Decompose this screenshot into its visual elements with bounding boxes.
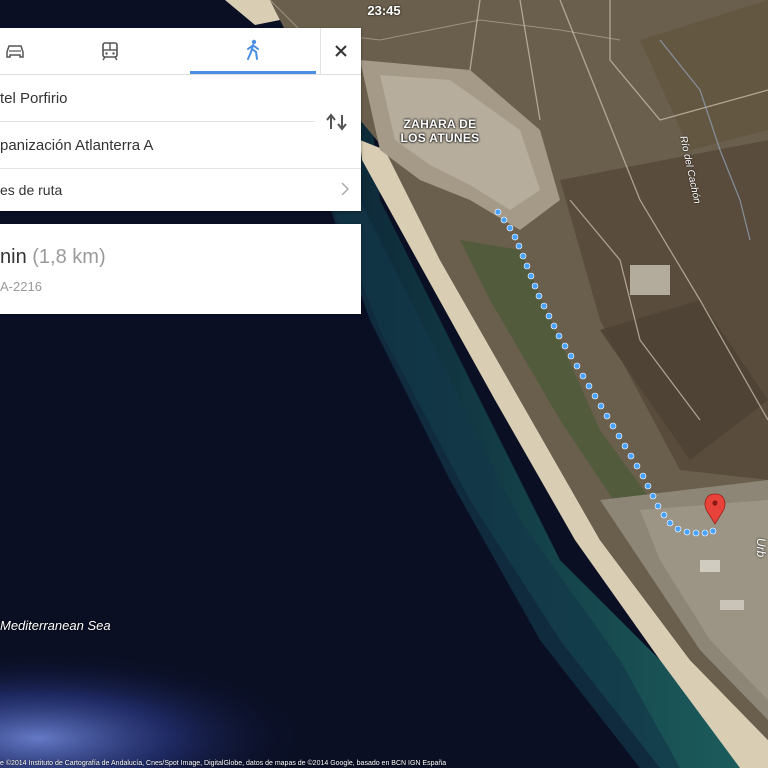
- route-duration: nin: [0, 246, 27, 268]
- status-time: 23:45: [367, 3, 401, 18]
- travel-mode-tabs: [0, 28, 361, 75]
- road-label-urb: Urb: [754, 538, 768, 558]
- route-options-label: es de ruta: [0, 182, 63, 198]
- map-attribution: e ©2014 Instituto de Cartografía de Anda…: [0, 760, 447, 767]
- tab-car[interactable]: [0, 28, 30, 74]
- swap-button[interactable]: [325, 113, 349, 136]
- route-options-row[interactable]: es de ruta: [0, 168, 361, 211]
- close-icon: [335, 45, 347, 57]
- route-duration-line: nin (1,8 km): [0, 246, 106, 269]
- car-icon: [6, 45, 24, 58]
- route-via: A-2216: [0, 279, 42, 294]
- origin-field[interactable]: tel Porfirio: [0, 75, 361, 121]
- sea-label: Mediterranean Sea: [0, 618, 111, 633]
- route-distance: (1,8 km): [32, 246, 106, 268]
- swap-arrows-icon: [326, 113, 347, 131]
- route-summary-card[interactable]: nin (1,8 km) A-2216: [0, 224, 361, 314]
- walking-icon: [247, 39, 259, 60]
- directions-panel: tel Porfirio panización Atlanterra A es …: [0, 28, 361, 211]
- train-icon: [102, 42, 118, 61]
- chevron-right-icon: [341, 182, 349, 196]
- town-label: ZAHARA DE LOS ATUNES: [400, 117, 480, 145]
- tab-walk[interactable]: [190, 28, 316, 74]
- field-divider: [0, 121, 315, 122]
- destination-field[interactable]: panización Atlanterra A: [0, 122, 361, 168]
- tab-transit[interactable]: [30, 28, 190, 74]
- close-button[interactable]: [320, 28, 361, 74]
